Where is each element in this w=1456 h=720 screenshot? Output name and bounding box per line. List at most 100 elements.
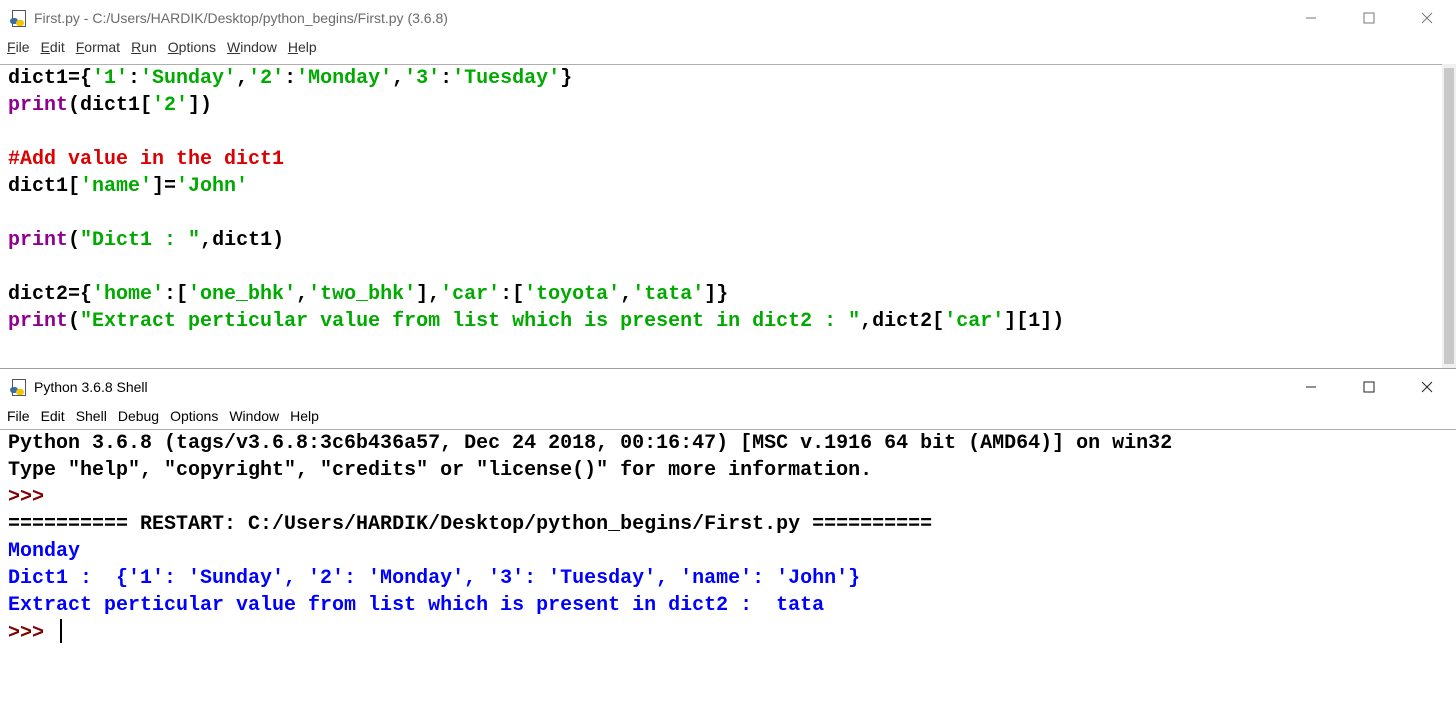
editor-line: print("Extract perticular value from lis… [8,308,1456,335]
minimize-button[interactable] [1282,369,1340,405]
editor-token: :[ [164,283,189,306]
editor-token: ( [68,310,81,333]
shell-token: >>> [8,622,57,645]
editor-line: dict2={'home':['one_bhk','two_bhk'],'car… [8,281,1456,308]
shell-token: Dict1 : {'1': 'Sunday', '2': 'Monday', '… [8,567,861,590]
shell-token: >>> [8,486,57,509]
shell-window-controls [1282,369,1456,405]
editor-token: ]) [188,94,213,117]
shell-line: Extract perticular value from list which… [8,592,1456,619]
editor-menu-file[interactable]: File [7,39,30,55]
editor-scrollbar[interactable] [1442,64,1456,368]
editor-token: print [8,229,69,252]
editor-menu-window[interactable]: Window [227,39,277,55]
editor-token: 'one_bhk' [188,283,297,306]
editor-token: "Extract perticular value from list whic… [80,310,861,333]
editor-token: 'John' [176,175,249,198]
shell-window: Python 3.6.8 Shell File Edit Shell Debug Opt… [0,368,1456,719]
editor-token: ]= [152,175,177,198]
shell-line: Dict1 : {'1': 'Sunday', '2': 'Monday', '… [8,565,1456,592]
editor-token: print [8,310,69,333]
editor-token: '2' [152,94,189,117]
minimize-button[interactable] [1282,0,1340,36]
shell-line: Python 3.6.8 (tags/v3.6.8:3c6b436a57, De… [8,430,1456,457]
editor-menu-options[interactable]: Options [168,39,216,55]
editor-token: ], [416,283,441,306]
editor-token: : [284,67,297,90]
editor-token: 'toyota' [524,283,621,306]
editor-token: dict2={ [8,283,93,306]
idle-shell-icon [10,378,28,396]
shell-menu-options[interactable]: Options [170,408,218,424]
editor-token: 'Tuesday' [452,67,561,90]
editor-token: ( [68,229,81,252]
editor-menu-help[interactable]: Help [288,39,317,55]
editor-token: ,dict2[ [860,310,945,333]
shell-line: Monday [8,538,1456,565]
editor-token: dict1[ [8,175,81,198]
editor-window: First.py - C:/Users/HARDIK/Desktop/pytho… [0,0,1456,368]
shell-token: Type "help", "copyright", "credits" or "… [8,459,873,482]
editor-menubar: File Edit Format Run Options Window Help [0,36,1456,58]
maximize-button[interactable] [1340,369,1398,405]
editor-token: , [236,67,249,90]
editor-token: dict1={ [8,67,93,90]
editor-menu-format[interactable]: Format [76,39,120,55]
shell-token: ========== RESTART: C:/Users/HARDIK/Desk… [8,513,933,536]
editor-token: '1' [92,67,129,90]
editor-line: print("Dict1 : ",dict1) [8,227,1456,254]
editor-token: #Add value in the dict1 [8,148,285,171]
close-button[interactable] [1398,369,1456,405]
editor-token: 'Monday' [296,67,393,90]
idle-file-icon [10,9,28,27]
shell-line: >>> [8,484,1456,511]
shell-menu-edit[interactable]: Edit [41,408,65,424]
shell-titlebar[interactable]: Python 3.6.8 Shell [0,369,1456,405]
editor-token: , [620,283,633,306]
editor-menu-run[interactable]: Run [131,39,157,55]
shell-output-area[interactable]: Python 3.6.8 (tags/v3.6.8:3c6b436a57, De… [0,429,1456,720]
editor-titlebar[interactable]: First.py - C:/Users/HARDIK/Desktop/pytho… [0,0,1456,36]
shell-token: Python 3.6.8 (tags/v3.6.8:3c6b436a57, De… [8,432,1173,455]
maximize-button[interactable] [1340,0,1398,36]
editor-token: 'Sunday' [140,67,237,90]
shell-token: Monday [8,540,81,563]
close-button[interactable] [1398,0,1456,36]
editor-token: print [8,94,69,117]
shell-line: >>> [8,619,1456,646]
editor-token: (dict1[ [68,94,153,117]
shell-line: Type "help", "copyright", "credits" or "… [8,457,1456,484]
close-icon [1421,381,1433,393]
minimize-icon [1306,386,1316,388]
text-cursor [60,619,63,643]
editor-window-controls [1282,0,1456,36]
editor-token: ][1]) [1004,310,1065,333]
maximize-icon [1363,12,1375,24]
editor-line: dict1={'1':'Sunday','2':'Monday','3':'Tu… [8,65,1456,92]
editor-token: , [296,283,309,306]
shell-menu-debug[interactable]: Debug [118,408,159,424]
editor-menu-edit[interactable]: Edit [41,39,65,55]
editor-code-area[interactable]: dict1={'1':'Sunday','2':'Monday','3':'Tu… [0,64,1456,369]
shell-menu-help[interactable]: Help [290,408,319,424]
shell-line: ========== RESTART: C:/Users/HARDIK/Desk… [8,511,1456,538]
editor-token: ,dict1) [200,229,285,252]
editor-token: } [560,67,573,90]
editor-token: 'car' [944,310,1005,333]
editor-window-title: First.py - C:/Users/HARDIK/Desktop/pytho… [34,10,448,26]
shell-window-title: Python 3.6.8 Shell [34,379,148,395]
editor-token: 'name' [80,175,153,198]
shell-menu-window[interactable]: Window [229,408,279,424]
editor-line: #Add value in the dict1 [8,146,1456,173]
shell-menu-shell[interactable]: Shell [76,408,107,424]
shell-menu-file[interactable]: File [7,408,30,424]
editor-line: print(dict1['2']) [8,92,1456,119]
editor-token: 'car' [440,283,501,306]
editor-token: : [128,67,141,90]
editor-token: , [392,67,405,90]
editor-scrollbar-thumb[interactable] [1444,68,1454,364]
close-icon [1421,12,1433,24]
